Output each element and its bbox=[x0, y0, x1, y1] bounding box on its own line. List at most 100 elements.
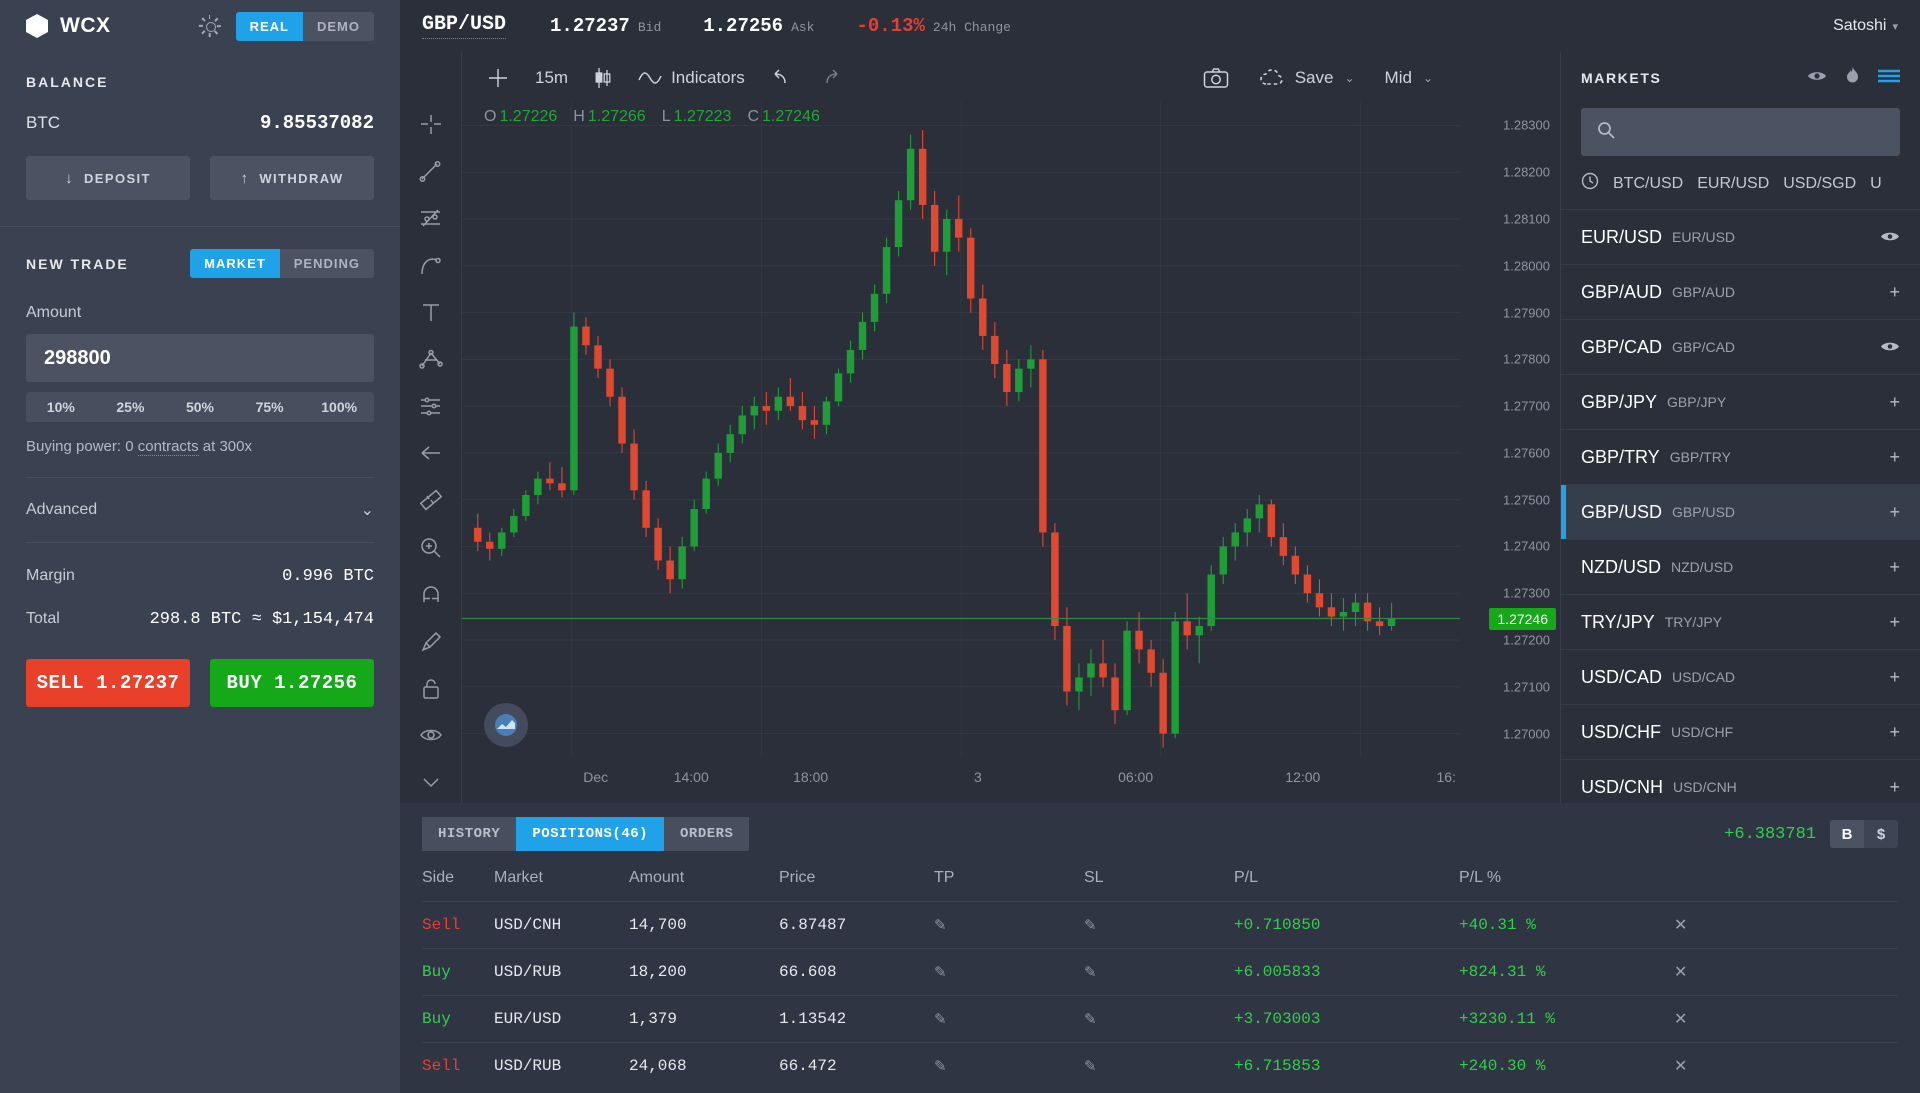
sell-button[interactable]: SELL 1.27237 bbox=[26, 659, 190, 707]
tab-orders[interactable]: ORDERS bbox=[664, 817, 750, 851]
save-button[interactable]: Save ⌄ bbox=[1246, 61, 1368, 95]
hamburger-icon[interactable] bbox=[1878, 69, 1900, 88]
camera-icon[interactable] bbox=[1190, 61, 1242, 95]
tab-positions[interactable]: POSITIONS(46) bbox=[516, 817, 665, 851]
plus-icon[interactable]: + bbox=[1889, 447, 1900, 468]
table-row[interactable]: Sell USD/CNH 14,700 6.87487 ✎ ✎ +0.710850 +40.3… bbox=[422, 901, 1898, 949]
edit-sl-icon[interactable]: ✎ bbox=[1084, 901, 1234, 949]
arrow-left-icon[interactable] bbox=[414, 439, 448, 469]
chart-type-fab[interactable] bbox=[484, 703, 528, 747]
edit-tp-icon[interactable]: ✎ bbox=[934, 901, 1084, 949]
percent-50-button[interactable]: 50% bbox=[165, 392, 235, 422]
sun-icon[interactable] bbox=[198, 15, 221, 37]
table-row[interactable]: Buy USD/RUB 18,200 66.608 ✎ ✎ +6.005833 +824.31… bbox=[422, 948, 1898, 996]
eye-icon[interactable] bbox=[1880, 227, 1900, 248]
zoom-in-icon[interactable] bbox=[414, 533, 448, 563]
plus-icon[interactable]: + bbox=[1889, 612, 1900, 633]
market-row-gbp-cad[interactable]: GBP/CAD GBP/CAD bbox=[1561, 319, 1920, 374]
market-row-usd-chf[interactable]: USD/CHF USD/CHF + bbox=[1561, 704, 1920, 759]
candlestick-icon[interactable] bbox=[581, 61, 625, 95]
indicators-button[interactable]: Indicators bbox=[625, 61, 758, 95]
close-position-button[interactable]: ✕ bbox=[1674, 901, 1898, 949]
undo-button[interactable] bbox=[758, 61, 806, 95]
lock-icon[interactable] bbox=[414, 674, 448, 704]
market-row-try-jpy[interactable]: TRY/JPY TRY/JPY + bbox=[1561, 594, 1920, 649]
positions-tabs[interactable]: HISTORY POSITIONS(46) ORDERS +6.383781 B $ bbox=[400, 803, 1920, 851]
edit-sl-icon[interactable]: ✎ bbox=[1084, 995, 1234, 1043]
recent-market-btc-usd[interactable]: BTC/USD bbox=[1613, 175, 1683, 193]
tab-history[interactable]: HISTORY bbox=[422, 817, 517, 851]
close-position-button[interactable]: ✕ bbox=[1674, 1042, 1898, 1089]
edit-sl-icon[interactable]: ✎ bbox=[1084, 1042, 1234, 1089]
search-input[interactable] bbox=[1627, 123, 1884, 141]
eye-icon[interactable] bbox=[1807, 69, 1827, 88]
tab-pending[interactable]: PENDING bbox=[279, 249, 374, 278]
eye-icon[interactable] bbox=[414, 721, 448, 751]
mode-demo-button[interactable]: DEMO bbox=[303, 11, 374, 41]
current-pair-selector[interactable]: GBP/USD bbox=[422, 13, 507, 39]
market-row-gbp-aud[interactable]: GBP/AUD GBP/AUD + bbox=[1561, 264, 1920, 319]
timeframe-button[interactable]: 15m bbox=[522, 61, 581, 95]
currency-toggle[interactable]: B $ bbox=[1830, 820, 1898, 848]
eye-icon[interactable] bbox=[1880, 337, 1900, 358]
fire-icon[interactable] bbox=[1845, 66, 1860, 90]
account-mode-toggle[interactable]: REAL DEMO bbox=[235, 11, 374, 41]
gann-icon[interactable] bbox=[414, 392, 448, 422]
market-search[interactable] bbox=[1581, 108, 1900, 156]
market-row-gbp-usd[interactable]: GBP/USD GBP/USD + bbox=[1561, 484, 1920, 539]
mode-real-button[interactable]: REAL bbox=[235, 11, 303, 41]
close-position-button[interactable]: ✕ bbox=[1674, 948, 1898, 996]
amount-input[interactable]: 298800 bbox=[26, 334, 374, 382]
fib-icon[interactable] bbox=[414, 204, 448, 234]
currency-btc-button[interactable]: B bbox=[1830, 820, 1864, 848]
table-row[interactable]: Buy EUR/USD 1,379 1.13542 ✎ ✎ +3.703003 +3230.1… bbox=[422, 995, 1898, 1043]
recent-market-usd-sgd[interactable]: USD/SGD bbox=[1783, 175, 1856, 193]
market-row-nzd-usd[interactable]: NZD/USD NZD/USD + bbox=[1561, 539, 1920, 594]
percent-75-button[interactable]: 75% bbox=[235, 392, 305, 422]
table-row[interactable]: Sell USD/RUB 24,068 66.472 ✎ ✎ +6.715853 +240.3… bbox=[422, 1042, 1898, 1089]
drawing-toolbar[interactable] bbox=[400, 52, 462, 803]
percent-10-button[interactable]: 10% bbox=[26, 392, 96, 422]
order-type-toggle[interactable]: MARKET PENDING bbox=[190, 249, 374, 278]
crosshair-tool-icon[interactable] bbox=[414, 110, 448, 140]
market-row-gbp-jpy[interactable]: GBP/JPY GBP/JPY + bbox=[1561, 374, 1920, 429]
contracts-link[interactable]: contracts bbox=[137, 438, 199, 456]
trendline-icon[interactable] bbox=[414, 157, 448, 187]
withdraw-button[interactable]: ↑ WITHDRAW bbox=[210, 156, 374, 200]
curve-icon[interactable] bbox=[414, 251, 448, 281]
currency-usd-button[interactable]: $ bbox=[1864, 820, 1898, 848]
chevron-down-icon[interactable] bbox=[414, 768, 448, 798]
plus-icon[interactable]: + bbox=[1889, 722, 1900, 743]
edit-sl-icon[interactable]: ✎ bbox=[1084, 948, 1234, 996]
plus-icon[interactable]: + bbox=[1889, 667, 1900, 688]
crosshair-tool-button[interactable] bbox=[474, 61, 522, 95]
edit-tp-icon[interactable]: ✎ bbox=[934, 948, 1084, 996]
magnet-icon[interactable] bbox=[414, 580, 448, 610]
price-source-button[interactable]: Mid ⌄ bbox=[1372, 61, 1446, 95]
market-row-usd-cnh[interactable]: USD/CNH USD/CNH + bbox=[1561, 759, 1920, 803]
user-menu[interactable]: Satoshi ▾ bbox=[1833, 17, 1898, 35]
market-row-eur-usd[interactable]: EUR/USD EUR/USD bbox=[1561, 209, 1920, 264]
percent-quick-row[interactable]: 10% 25% 50% 75% 100% bbox=[26, 392, 374, 422]
recent-market-u[interactable]: U bbox=[1870, 175, 1882, 193]
advanced-toggle[interactable]: Advanced ⌄ bbox=[26, 477, 374, 543]
pitchfork-icon[interactable] bbox=[414, 345, 448, 375]
market-row-usd-cad[interactable]: USD/CAD USD/CAD + bbox=[1561, 649, 1920, 704]
markets-list[interactable]: EUR/USD EUR/USD GBP/AUD GBP/AUD + GBP/CAD GBP/… bbox=[1561, 209, 1920, 803]
brush-icon[interactable] bbox=[414, 627, 448, 657]
plus-icon[interactable]: + bbox=[1889, 557, 1900, 578]
plus-icon[interactable]: + bbox=[1889, 282, 1900, 303]
text-icon[interactable] bbox=[414, 298, 448, 328]
plus-icon[interactable]: + bbox=[1889, 777, 1900, 798]
tab-market[interactable]: MARKET bbox=[190, 249, 280, 278]
percent-100-button[interactable]: 100% bbox=[304, 392, 374, 422]
edit-tp-icon[interactable]: ✎ bbox=[934, 1042, 1084, 1089]
measure-icon[interactable] bbox=[414, 486, 448, 516]
buy-button[interactable]: BUY 1.27256 bbox=[210, 659, 374, 707]
recent-market-eur-usd[interactable]: EUR/USD bbox=[1697, 175, 1769, 193]
percent-25-button[interactable]: 25% bbox=[96, 392, 166, 422]
plus-icon[interactable]: + bbox=[1889, 502, 1900, 523]
close-position-button[interactable]: ✕ bbox=[1674, 995, 1898, 1043]
edit-tp-icon[interactable]: ✎ bbox=[934, 995, 1084, 1043]
plus-icon[interactable]: + bbox=[1889, 392, 1900, 413]
